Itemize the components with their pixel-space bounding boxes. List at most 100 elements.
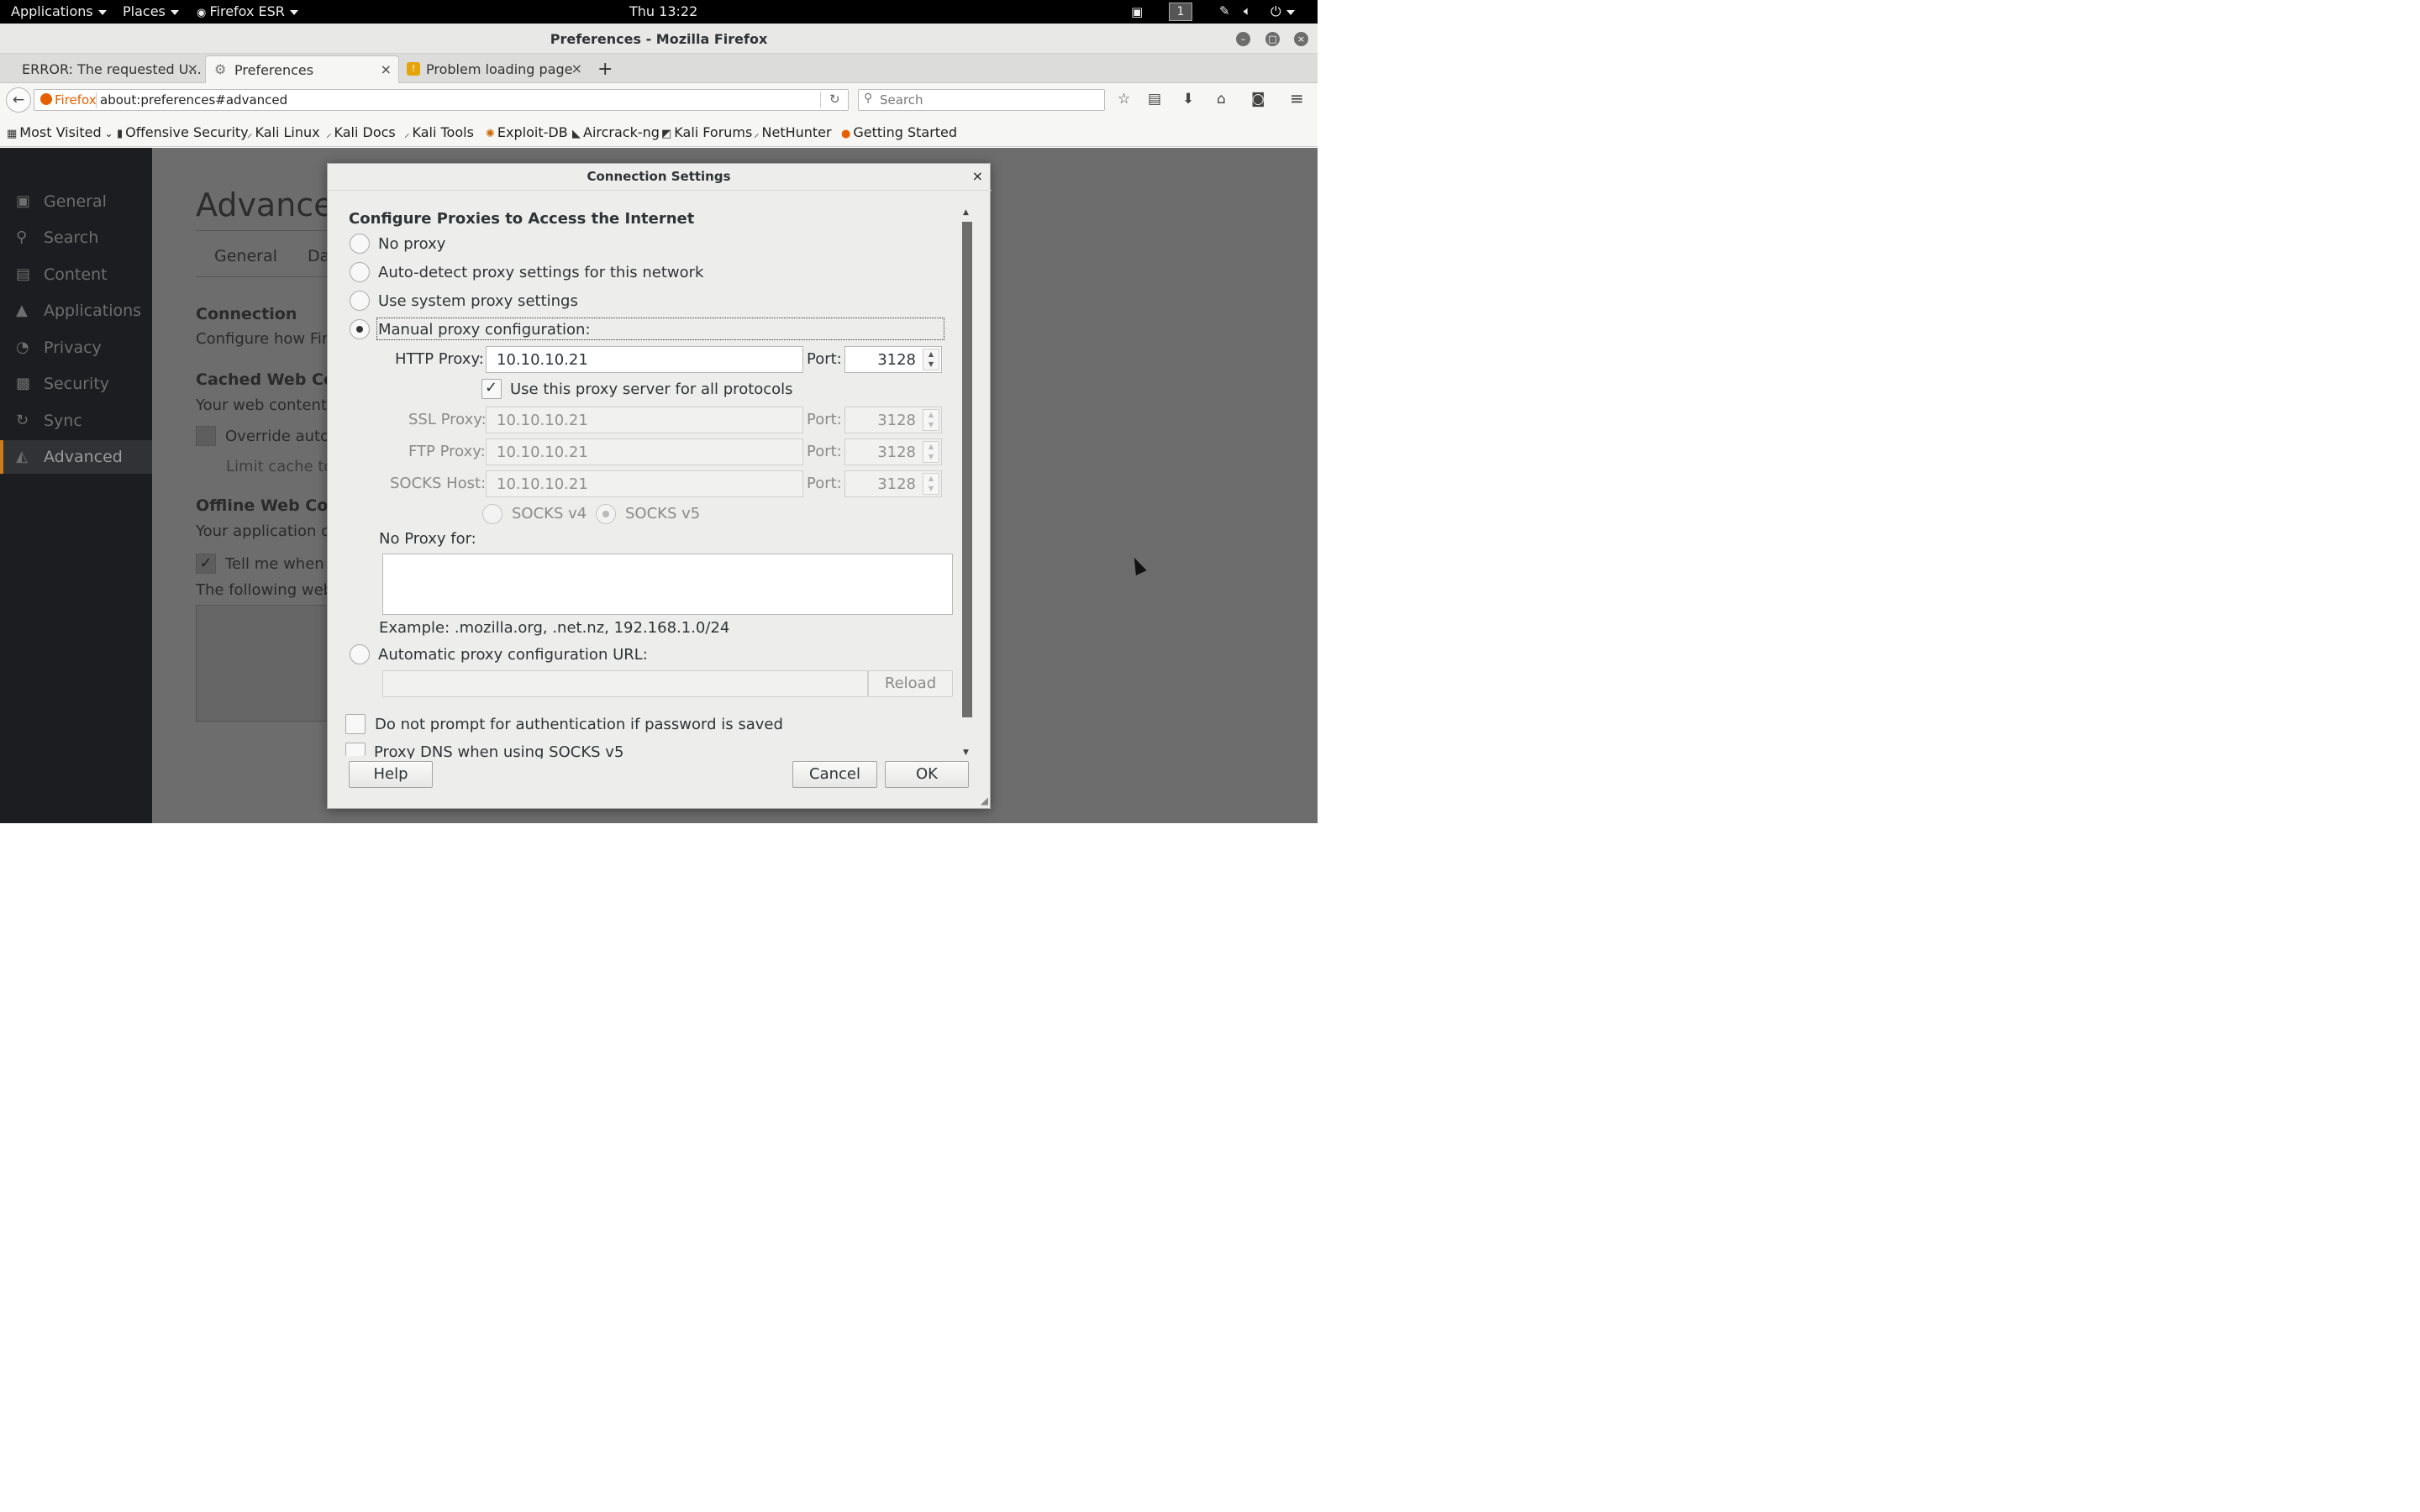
url-bar[interactable]: Firefox about:preferences#advanced ↻ [34, 89, 849, 111]
sidebar-item-general[interactable]: ▣ General [0, 185, 152, 218]
tab-general[interactable]: General [214, 247, 277, 265]
firefox-esr-menu[interactable]: ◉ Firefox ESR [197, 3, 298, 19]
chevron-down-icon [289, 9, 298, 15]
ssl-proxy-input[interactable]: 10.10.10.21 [486, 407, 803, 433]
http-port-input[interactable]: 3128 ▲ ▼ [844, 346, 942, 373]
proxy-dns-checkbox[interactable] [345, 743, 366, 756]
no-proxy-label[interactable]: No proxy [378, 235, 445, 253]
bookmark-kali-tools[interactable]: ⸝ Kali Tools [404, 124, 474, 140]
close-tab-icon[interactable]: × [187, 60, 198, 76]
auto-config-url-input[interactable] [382, 670, 868, 697]
sidebar-item-privacy[interactable]: ◔ Privacy [0, 331, 152, 365]
manual-proxy-radio[interactable] [350, 319, 370, 339]
bookmark-star-icon[interactable]: ☆ [1118, 91, 1130, 108]
ssl-port-input[interactable]: 3128 ▲ ▼ [844, 407, 942, 433]
sidebar-item-label: Applications [44, 302, 142, 320]
close-tab-icon[interactable]: × [381, 61, 392, 77]
new-tab-icon[interactable]: + [597, 59, 613, 80]
auto-detect-radio[interactable] [350, 262, 370, 282]
scroll-up-icon[interactable]: ▲ [963, 208, 969, 217]
close-tab-icon[interactable]: × [571, 60, 582, 76]
sidebar-item-advanced[interactable]: ◭ Advanced [0, 440, 152, 474]
spinner-arrows-icon[interactable]: ▲ ▼ [923, 473, 939, 495]
auto-config-radio[interactable] [350, 644, 370, 664]
bookmark-kali-docs[interactable]: ⸝ Kali Docs [326, 124, 396, 140]
system-proxy-label[interactable]: Use system proxy settings [378, 292, 578, 310]
offline-apps-list[interactable] [196, 605, 330, 722]
scroll-down-icon[interactable]: ▼ [963, 748, 969, 757]
socks-v4-label[interactable]: SOCKS v4 [512, 505, 587, 522]
tell-me-checkbox[interactable]: ✓ [196, 554, 216, 574]
ftp-proxy-input[interactable]: 10.10.10.21 [486, 438, 803, 465]
bookmark-aircrack-ng[interactable]: ◣ Aircrack-ng [572, 124, 660, 140]
no-proxy-for-textarea[interactable] [382, 554, 953, 615]
spinner-arrows-icon[interactable]: ▲ ▼ [923, 349, 939, 370]
tab-preferences[interactable]: ⚙ Preferences × [205, 55, 399, 83]
bookmark-most-visited[interactable]: ▦ Most Visited ⌄ [7, 124, 113, 140]
sidebar-item-applications[interactable]: ▲ Applications [0, 294, 152, 328]
power-icon[interactable]: ⏻ [1270, 3, 1295, 20]
back-icon[interactable]: ← [6, 87, 31, 113]
socks-v5-label[interactable]: SOCKS v5 [625, 505, 700, 522]
scrollbar-thumb[interactable] [962, 222, 972, 717]
sidebar-item-label: Security [44, 375, 110, 393]
use-for-all-label[interactable]: Use this proxy server for all protocols [510, 381, 793, 398]
bookmark-exploit-db[interactable]: ✺ Exploit-DB [486, 124, 568, 140]
socks-v5-radio[interactable] [596, 504, 616, 524]
downloads-icon[interactable]: ⬇ [1182, 91, 1194, 108]
bookmark-kali-linux[interactable]: ⸝ Kali Linux [247, 124, 320, 140]
reload-button[interactable]: Reload [868, 670, 953, 697]
sidebar-item-search[interactable]: ⚲ Search [0, 221, 152, 255]
volume-icon[interactable]: 🔈︎ [1244, 3, 1251, 18]
reload-icon[interactable]: ↻ [829, 92, 840, 107]
hamburger-menu-icon[interactable]: ≡ [1290, 88, 1304, 108]
system-proxy-radio[interactable] [350, 291, 370, 311]
auto-config-label[interactable]: Automatic proxy configuration URL: [378, 646, 648, 664]
home-icon[interactable]: ⌂ [1217, 91, 1226, 108]
tab-error[interactable]: ERROR: The requested U... × [0, 55, 205, 83]
manual-proxy-label[interactable]: Manual proxy configuration: [378, 321, 591, 339]
minimize-icon[interactable]: – [1236, 32, 1250, 46]
resize-grip-icon[interactable]: ◢ [981, 795, 988, 806]
pocket-icon[interactable]: ◙ [1251, 91, 1265, 108]
content-icon: ▤ [16, 265, 31, 283]
bookmark-getting-started[interactable]: ● Getting Started [841, 124, 957, 140]
http-proxy-input[interactable]: 10.10.10.21 [486, 346, 803, 373]
workspace-indicator[interactable]: 1 [1169, 3, 1192, 21]
bookmark-nethunter[interactable]: ⸝ NetHunter [754, 124, 832, 140]
bookmark-offensive-security[interactable]: ▮ Offensive Security [117, 124, 249, 140]
sidebar-item-security[interactable]: ▩ Security [0, 367, 152, 401]
socks-v4-radio[interactable] [482, 504, 502, 524]
bookmarks-menu-icon[interactable]: ▤ [1148, 91, 1161, 108]
override-checkbox[interactable] [196, 426, 216, 446]
cancel-button[interactable]: Cancel [792, 761, 877, 788]
places-menu[interactable]: Places [123, 3, 179, 19]
applications-menu[interactable]: Applications [11, 3, 107, 19]
pen-icon[interactable]: ✎ [1219, 3, 1230, 18]
clock[interactable]: Thu 13:22 [629, 3, 697, 19]
sidebar-item-sync[interactable]: ↻ Sync [0, 404, 152, 438]
close-icon[interactable]: × [1294, 32, 1308, 46]
close-icon[interactable]: × [972, 168, 983, 184]
dialog-scrollbar[interactable]: ▲ ▼ [960, 208, 974, 761]
ok-button[interactable]: OK [885, 761, 969, 788]
socks-port-input[interactable]: 3128 ▲ ▼ [844, 470, 942, 497]
ftp-port-input[interactable]: 3128 ▲ ▼ [844, 438, 942, 465]
bookmark-kali-forums[interactable]: ◩ Kali Forums [661, 124, 752, 140]
spinner-arrows-icon[interactable]: ▲ ▼ [923, 409, 939, 431]
spinner-arrows-icon[interactable]: ▲ ▼ [923, 441, 939, 463]
no-proxy-for-label: No Proxy for: [379, 530, 476, 548]
no-prompt-auth-label[interactable]: Do not prompt for authentication if pass… [375, 716, 783, 733]
use-for-all-checkbox[interactable] [481, 379, 502, 399]
no-prompt-auth-checkbox[interactable] [345, 714, 366, 734]
proxy-dns-label[interactable]: Proxy DNS when using SOCKS v5 [374, 743, 623, 759]
tab-problem-loading[interactable]: ! Problem loading page × [399, 55, 589, 83]
sidebar-item-content[interactable]: ▤ Content [0, 258, 152, 291]
search-bar[interactable]: ⚲ Search [858, 89, 1105, 111]
auto-detect-label[interactable]: Auto-detect proxy settings for this netw… [378, 264, 703, 281]
no-proxy-radio[interactable] [350, 234, 370, 254]
socks-host-input[interactable]: 10.10.10.21 [486, 470, 803, 497]
video-icon[interactable]: ▣ [1131, 4, 1143, 19]
help-button[interactable]: Help [349, 761, 433, 788]
maximize-icon[interactable]: □ [1265, 32, 1280, 46]
